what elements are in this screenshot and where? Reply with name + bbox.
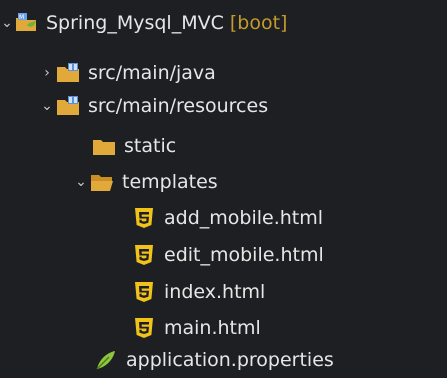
tree-item-edit-mobile-html[interactable]: edit_mobile.html [132, 236, 324, 273]
project-name: Spring_Mysql_MVC [46, 11, 224, 34]
tree-item-label: src/main/java [88, 61, 216, 84]
tree-item-label: index.html [164, 280, 266, 303]
tree-item-application-properties[interactable]: application.properties [94, 341, 334, 378]
tree-item-label: main.html [164, 316, 261, 339]
tree-item-add-mobile-html[interactable]: add_mobile.html [132, 199, 323, 236]
tree-item-templates[interactable]: ⌄ templates [72, 163, 218, 200]
tree-item-static[interactable]: static [92, 127, 176, 164]
tree-item-project[interactable]: ⌄ M Spring_Mysql_MVC [boot] [0, 4, 287, 41]
svg-text:M: M [19, 14, 24, 21]
folder-open-icon [90, 170, 114, 194]
source-folder-icon [56, 61, 80, 85]
tree-item-label: add_mobile.html [164, 206, 324, 229]
tree-item-index-html[interactable]: index.html [132, 273, 265, 310]
boot-suffix: [boot] [229, 11, 288, 34]
tree-item-src-main-resources[interactable]: ⌄ src/main/resources [38, 87, 268, 124]
tree-item-label: templates [122, 170, 218, 193]
tree-item-label: static [124, 134, 177, 157]
chevron-down-icon[interactable]: ⌄ [38, 87, 56, 124]
html5-icon [132, 316, 156, 340]
chevron-down-icon[interactable]: ⌄ [72, 163, 90, 200]
chevron-right-icon[interactable]: › [38, 54, 56, 91]
project-explorer-tree: ⌄ M Spring_Mysql_MVC [boot] › src/main/j… [0, 0, 447, 378]
html5-icon [132, 243, 156, 267]
source-folder-icon [56, 94, 80, 118]
tree-item-label: edit_mobile.html [164, 243, 324, 266]
chevron-down-icon[interactable]: ⌄ [0, 4, 14, 41]
html5-icon [132, 280, 156, 304]
tree-item-src-main-java[interactable]: › src/main/java [38, 54, 216, 91]
html5-icon [132, 206, 156, 230]
tree-item-label: application.properties [126, 348, 334, 371]
folder-icon [92, 134, 116, 158]
tree-item-label: src/main/resources [88, 94, 269, 117]
spring-project-icon: M [14, 11, 38, 35]
properties-icon [94, 348, 118, 372]
